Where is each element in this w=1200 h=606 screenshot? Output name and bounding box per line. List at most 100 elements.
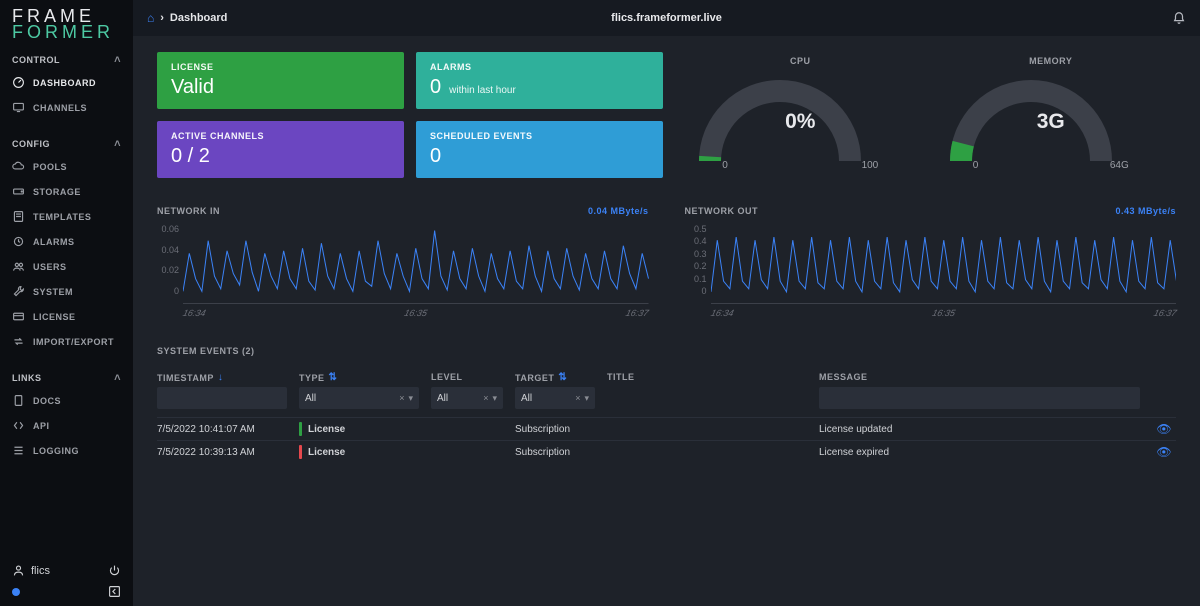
sidebar: FRAME FORMER CONTROL ˄ DASHBOARD CHANNEL… [0,0,133,606]
logo: FRAME FORMER [0,6,133,48]
transfer-icon [12,335,25,348]
sort-icon: ⇅ [558,372,567,383]
list-icon [12,444,25,457]
chevron-down-icon[interactable]: ▾ [584,393,589,404]
sidebar-item-dashboard[interactable]: DASHBOARD [0,70,133,95]
th-level[interactable]: LEVEL [431,372,503,383]
gauge-memory: MEMORY 3G 0 64G [941,56,1161,178]
cell-type: License [299,445,419,459]
sort-desc-icon: ↓ [218,372,224,383]
filter-level-select[interactable]: All ×▾ [431,387,503,409]
card-license[interactable]: LICENSE Valid [157,52,404,109]
th-message[interactable]: MESSAGE [819,372,1140,383]
collapse-icon[interactable] [108,585,121,598]
th-target[interactable]: TARGET ⇅ [515,372,595,383]
sidebar-item-users[interactable]: USERS [0,254,133,279]
sidebar-item-label: STORAGE [33,187,81,197]
section-header-control[interactable]: CONTROL ˄ [0,48,133,70]
clock-icon [12,235,25,248]
chevron-down-icon[interactable]: ▾ [492,393,497,404]
doc-icon [12,394,25,407]
sidebar-item-label: DASHBOARD [33,78,96,88]
filter-timestamp-input[interactable] [157,387,287,409]
events-title: SYSTEM EVENTS (2) [157,346,1176,356]
sidebar-item-api[interactable]: API [0,413,133,438]
sidebar-item-label: TEMPLATES [33,212,91,222]
filter-type-select[interactable]: All ×▾ [299,387,419,409]
card-icon [12,310,25,323]
sidebar-item-import-export[interactable]: IMPORT/EXPORT [0,329,133,354]
y-axis: 0.50.40.30.20.10 [685,224,711,296]
sort-icon: ⇅ [329,372,338,383]
monitor-icon [12,101,25,114]
filter-target-select[interactable]: All ×▾ [515,387,595,409]
sidebar-item-storage[interactable]: STORAGE [0,179,133,204]
clear-icon[interactable]: × [575,393,580,404]
sidebar-item-pools[interactable]: POOLS [0,154,133,179]
chart-title: NETWORK IN [157,206,220,216]
sidebar-item-templates[interactable]: TEMPLATES [0,204,133,229]
cell-timestamp: 7/5/2022 10:39:13 AM [157,447,287,458]
gauge-icon [12,76,25,89]
wrench-icon [12,285,25,298]
sidebar-item-label: DOCS [33,396,61,406]
sidebar-item-license[interactable]: LICENSE [0,304,133,329]
breadcrumb-page: Dashboard [170,12,227,24]
sidebar-item-label: LOGGING [33,446,79,456]
chevron-up-icon: ˄ [114,138,121,150]
table-row: 7/5/2022 10:39:13 AM License Subscription L… [157,440,1176,463]
sidebar-item-label: USERS [33,262,67,272]
cell-target: Subscription [515,447,595,458]
sidebar-item-system[interactable]: SYSTEM [0,279,133,304]
sidebar-item-label: API [33,421,50,431]
eye-icon[interactable]: 👁 [1156,422,1171,436]
clear-icon[interactable]: × [483,393,488,404]
section-header-config[interactable]: CONFIG ˄ [0,132,133,154]
filter-message-input[interactable] [819,387,1140,409]
th-type[interactable]: TYPE ⇅ [299,372,419,383]
eye-icon[interactable]: 👁 [1156,445,1171,459]
chevron-right-icon: › [160,12,164,24]
sidebar-item-label: ALARMS [33,237,75,247]
sidebar-item-logging[interactable]: LOGGING [0,438,133,463]
level-indicator [299,445,302,459]
cell-target: Subscription [515,424,595,435]
card-alarms[interactable]: ALARMS 0 within last hour [416,52,663,109]
sidebar-item-label: IMPORT/EXPORT [33,337,114,347]
clear-icon[interactable]: × [399,393,404,404]
chart-network-in: NETWORK IN 0.04 MByte/s 0.060.040.020 16… [157,206,649,318]
section-header-links[interactable]: LINKS ˄ [0,366,133,388]
sidebar-item-label: SYSTEM [33,287,73,297]
th-title[interactable]: TITLE [607,372,807,383]
template-icon [12,210,25,223]
code-icon [12,419,25,432]
sidebar-item-docs[interactable]: DOCS [0,388,133,413]
table-header-row: TIMESTAMP ↓ TYPE ⇅ LEVEL TARGET ⇅ TITLE [157,368,1176,387]
home-icon[interactable]: ⌂ [147,11,154,25]
power-icon[interactable] [108,564,121,577]
status-dot [12,588,20,596]
card-active-channels[interactable]: ACTIVE CHANNELS 0 / 2 [157,121,404,178]
sidebar-item-label: LICENSE [33,312,76,322]
th-timestamp[interactable]: TIMESTAMP ↓ [157,372,287,383]
chevron-down-icon[interactable]: ▾ [408,393,413,404]
sidebar-item-channels[interactable]: CHANNELS [0,95,133,120]
chevron-up-icon: ˄ [114,54,121,66]
sidebar-item-alarms[interactable]: ALARMS [0,229,133,254]
x-axis: 16:3416:3516:37 [156,308,650,318]
chevron-up-icon: ˄ [114,372,121,384]
cell-type: License [299,422,419,436]
cell-message: License expired [819,447,1140,458]
sidebar-item-label: POOLS [33,162,67,172]
breadcrumb: ⌂ › Dashboard [147,11,227,25]
topbar: ⌂ › Dashboard flics.frameformer.live [133,0,1200,36]
y-axis: 0.060.040.020 [157,224,183,296]
chart-svg [711,224,1177,304]
chart-svg [183,224,649,304]
table-row: 7/5/2022 10:41:07 AMLicenseSubscriptionL… [157,417,1176,440]
chart-network-out: NETWORK OUT 0.43 MByte/s 0.50.40.30.20.1… [685,206,1177,318]
x-axis: 16:3416:3516:37 [683,308,1177,318]
bell-icon[interactable] [1172,11,1186,25]
level-indicator [299,422,302,436]
card-scheduled-events[interactable]: SCHEDULED EVENTS 0 [416,121,663,178]
